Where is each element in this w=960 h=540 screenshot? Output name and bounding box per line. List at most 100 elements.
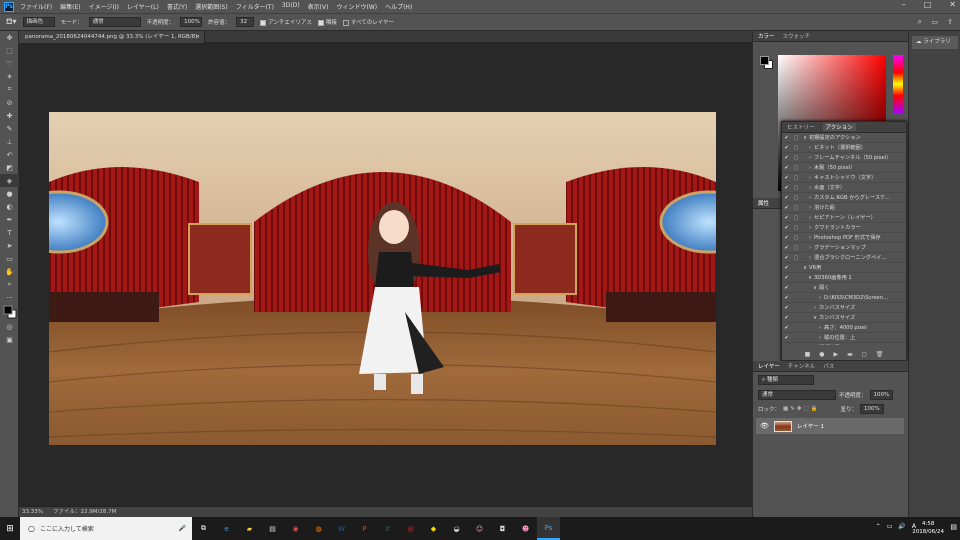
checkmark-icon[interactable]: ✔ [782, 185, 791, 191]
action-row[interactable]: ✔ ▢ › グラデーションマップ [782, 243, 906, 253]
tab-channels[interactable]: チャンネル [788, 362, 815, 370]
expand-arrow-icon[interactable]: › [806, 165, 814, 171]
action-row[interactable]: ✔ ▢ › 混合ブラシクローニングペイ… [782, 253, 906, 263]
expand-arrow-icon[interactable]: › [806, 255, 814, 261]
move-tool-icon[interactable]: ✥ [0, 31, 19, 44]
stop-icon[interactable]: ■ [805, 351, 811, 358]
lock-icons[interactable]: ▦✎✥⬚🔒 [783, 406, 819, 412]
action-row[interactable]: ✔ ∨ VR用 [782, 263, 906, 273]
play-icon[interactable]: ▶ [834, 351, 839, 358]
checkmark-icon[interactable]: ✔ [782, 205, 791, 211]
expand-arrow-icon[interactable]: › [806, 195, 814, 201]
checkmark-icon[interactable]: ✔ [782, 155, 791, 161]
hue-slider[interactable] [893, 55, 903, 113]
checkmark-icon[interactable]: ✔ [782, 195, 791, 201]
expand-arrow-icon[interactable]: › [816, 325, 824, 331]
dialog-toggle-icon[interactable]: ▢ [791, 205, 801, 211]
action-row[interactable]: ✔ ▢ › 水面（文字） [782, 183, 906, 193]
action-row[interactable]: ✔ ▢ › 木製（50 pixel） [782, 163, 906, 173]
screen-mode-icon[interactable]: ▣ [0, 333, 19, 346]
checkmark-icon[interactable]: ✔ [782, 305, 791, 311]
firefox-icon[interactable]: ◍ [307, 517, 330, 540]
dialog-toggle-icon[interactable]: ▢ [791, 175, 801, 181]
expand-arrow-icon[interactable]: › [806, 155, 814, 161]
word-icon[interactable]: W [330, 517, 353, 540]
minimize-icon[interactable]: – [902, 0, 906, 9]
checkmark-icon[interactable]: ✔ [782, 225, 791, 231]
dodge-tool-icon[interactable]: ◐ [0, 200, 19, 213]
all-layers-checkbox[interactable]: すべてのレイヤー [342, 18, 394, 26]
dialog-toggle-icon[interactable]: ▢ [791, 235, 801, 241]
share-icon[interactable]: ⇪ [947, 18, 953, 26]
tab-layers[interactable]: レイヤー [758, 362, 780, 370]
chrome-icon[interactable]: ◉ [284, 517, 307, 540]
checkmark-icon[interactable]: ✔ [782, 215, 791, 221]
brush-tool-icon[interactable]: ✎ [0, 122, 19, 135]
app-icon-7[interactable]: ☻ [514, 517, 537, 540]
action-row[interactable]: ✔ ▢ ∨ 初期設定のアクション [782, 133, 906, 143]
checkmark-icon[interactable]: ✔ [782, 295, 791, 301]
fill-source-select[interactable]: 描画色 [22, 17, 55, 27]
contiguous-checkbox[interactable]: 隣接 [317, 18, 337, 26]
action-row[interactable]: ✔ ▢ › キャストシャドウ（文字） [782, 173, 906, 183]
crop-tool-icon[interactable]: ⌗ [0, 83, 19, 96]
menu-layer[interactable]: レイヤー(L) [127, 2, 159, 11]
app-icon-1[interactable]: ▤ [261, 517, 284, 540]
menu-filter[interactable]: フィルター(T) [236, 2, 274, 11]
layer-name[interactable]: レイヤー 1 [797, 422, 824, 430]
menu-edit[interactable]: 編集(E) [60, 2, 80, 11]
checkmark-icon[interactable]: ✔ [782, 175, 791, 181]
checkmark-icon[interactable]: ✔ [782, 235, 791, 241]
fill-input[interactable]: 100% [860, 404, 884, 414]
layer-filter-select[interactable]: ⌕ 種類 [758, 375, 814, 385]
tolerance-input[interactable]: 32 [236, 17, 255, 27]
app-icon-3[interactable]: ◆ [422, 517, 445, 540]
dialog-toggle-icon[interactable]: ▢ [791, 135, 801, 141]
history-brush-tool-icon[interactable]: ↶ [0, 148, 19, 161]
tab-swatches[interactable]: スウォッチ [783, 32, 811, 40]
expand-arrow-icon[interactable]: › [806, 245, 814, 251]
dialog-toggle-icon[interactable]: ▢ [791, 215, 801, 221]
close-icon[interactable]: ✕ [949, 0, 956, 9]
menu-3d[interactable]: 3D(D) [282, 2, 300, 11]
action-row[interactable]: ✔ ∨ 開く [782, 283, 906, 293]
expand-arrow-icon[interactable]: › [806, 185, 814, 191]
expand-arrow-icon[interactable]: › [806, 225, 814, 231]
action-row[interactable]: ✔ ▢ › セピアトーン（レイヤー） [782, 213, 906, 223]
expand-arrow-icon[interactable]: ∨ [811, 315, 819, 321]
checkmark-icon[interactable]: ✔ [782, 145, 791, 151]
menu-view[interactable]: 表示(V) [308, 2, 329, 11]
checkmark-icon[interactable]: ✔ [782, 135, 791, 141]
expand-arrow-icon[interactable]: ∨ [801, 265, 809, 271]
menu-help[interactable]: ヘルプ(H) [385, 2, 412, 11]
app-icon-2[interactable]: ◎ [399, 517, 422, 540]
task-view-icon[interactable]: ⧉ [192, 517, 215, 540]
expand-arrow-icon[interactable]: › [806, 235, 814, 241]
blend-mode-select[interactable]: 通常 [758, 390, 836, 400]
paint-bucket-tool-icon[interactable]: ⛾▾ [6, 17, 17, 27]
windows-start-icon[interactable]: ⊞ [0, 517, 20, 540]
powerpoint-icon[interactable]: P [353, 517, 376, 540]
expand-arrow-icon[interactable]: › [806, 175, 814, 181]
expand-arrow-icon[interactable]: › [811, 345, 819, 346]
zoom-tool-icon[interactable]: ⌕ [0, 278, 19, 291]
pen-tool-icon[interactable]: ✒ [0, 213, 19, 226]
layer-opacity-input[interactable]: 100% [869, 390, 894, 400]
explorer-icon[interactable]: ▰ [238, 517, 261, 540]
paint-bucket-tool-icon[interactable]: ◈ [0, 174, 19, 187]
network-icon[interactable]: ▭ [887, 523, 893, 530]
tab-color[interactable]: カラー [758, 32, 775, 40]
quick-mask-icon[interactable]: ◎ [0, 320, 19, 333]
expand-arrow-icon[interactable]: ∨ [806, 275, 814, 281]
marquee-tool-icon[interactable]: ⬚ [0, 44, 19, 57]
search-icon[interactable]: ⌕ [918, 17, 922, 27]
document-tab[interactable]: panorama_20180624044744.png @ 33.3% (レイヤ… [19, 31, 205, 43]
checkmark-icon[interactable]: ✔ [782, 285, 791, 291]
expand-arrow-icon[interactable]: › [816, 295, 824, 301]
type-tool-icon[interactable]: T [0, 226, 19, 239]
menu-type[interactable]: 書式(Y) [167, 2, 187, 11]
expand-arrow-icon[interactable]: › [816, 335, 824, 341]
magic-wand-tool-icon[interactable]: ✶ [0, 70, 19, 83]
lasso-tool-icon[interactable]: ➰ [0, 57, 19, 70]
checkmark-icon[interactable]: ✔ [782, 165, 791, 171]
